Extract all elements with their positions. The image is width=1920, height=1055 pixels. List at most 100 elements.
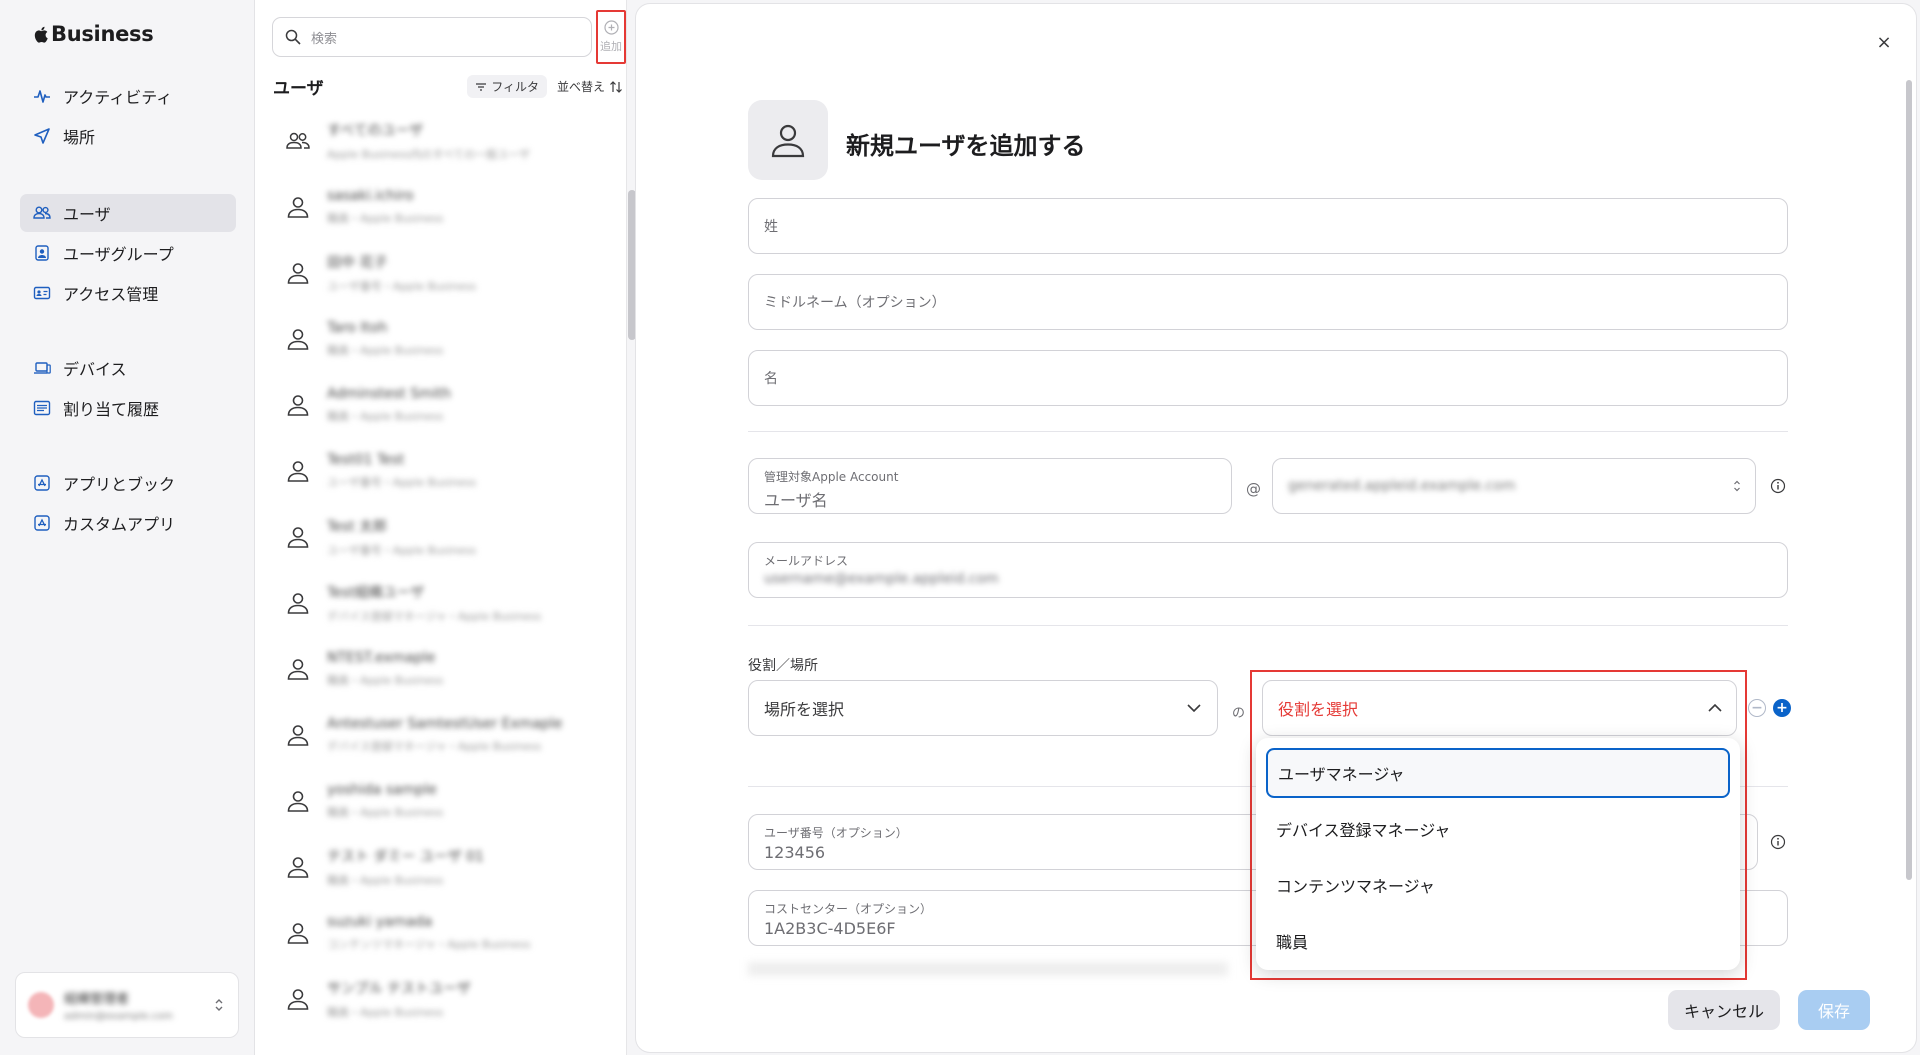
sidebar-item-label: ユーザ: [63, 205, 111, 224]
list-item[interactable]: sasaki.ichiro 職員・Apple Business: [255, 174, 627, 240]
list-item-text: Adminstest Smith 職員・Apple Business: [327, 386, 451, 424]
activity-icon: [34, 90, 50, 103]
list-item[interactable]: Antestuser SamtestUser Exmaple デバイス登録マネージ…: [255, 702, 627, 768]
managed-account-username-field[interactable]: 管理対象Apple Account ユーザ名: [748, 458, 1232, 514]
list-item-text: NTEST.exmaple 職員・Apple Business: [327, 650, 443, 688]
person-icon: [287, 593, 309, 614]
sidebar-item-users[interactable]: ユーザ: [20, 194, 236, 232]
user-name: suzuki yamada: [327, 914, 433, 930]
id-card-icon: [33, 286, 51, 300]
list-item-text: sasaki.ichiro 職員・Apple Business: [327, 188, 443, 226]
sidebar-item-label: 割り当て履歴: [63, 400, 160, 419]
user-name: 田中 花子: [327, 255, 388, 271]
add-role-button[interactable]: +: [1773, 699, 1791, 717]
role-dropdown-menu: ユーザマネージャ デバイス登録マネージャ コンテンツマネージャ 職員: [1256, 738, 1740, 970]
location-icon: [34, 128, 50, 144]
sidebar-item-label: アクティビティ: [63, 88, 173, 107]
user-sub: ユーザ番号・Apple Business: [327, 280, 477, 293]
person-icon: [771, 124, 805, 158]
sidebar-item-label: アクセス管理: [63, 285, 159, 304]
list-title: ユーザ: [273, 79, 324, 99]
user-sub: 職員・Apple Business: [327, 674, 444, 687]
list-item[interactable]: テスト ダミー ユーザ 01 職員・Apple Business: [255, 834, 627, 900]
list-item[interactable]: Taro Itoh 職員・Apple Business: [255, 306, 627, 372]
info-icon[interactable]: [1770, 834, 1786, 850]
user-list: すべてのユーザ Apple Business内のすべての一般ユーザ sasaki.…: [255, 108, 627, 1032]
role-select[interactable]: 役割を選択: [1262, 680, 1737, 736]
nav-group-devices: デバイス 割り当て履歴: [20, 349, 236, 429]
filter-icon: [476, 82, 487, 91]
cost-center-value: 1A2B3C-4D5E6F: [764, 919, 896, 938]
person-icon: [287, 197, 309, 218]
sidebar-item-activity[interactable]: アクティビティ: [20, 77, 236, 115]
apple-logo-icon: [34, 26, 48, 43]
list-item-text: サンプル テストユーザ 職員・Apple Business: [327, 978, 471, 1020]
org-avatar: [28, 992, 54, 1018]
list-item-all-users[interactable]: すべてのユーザ Apple Business内のすべての一般ユーザ: [255, 108, 627, 174]
list-item[interactable]: yoshida sample 職員・Apple Business: [255, 768, 627, 834]
sidebar-item-user-groups[interactable]: ユーザグループ: [20, 234, 236, 272]
dialog-scrollbar[interactable]: [1906, 80, 1912, 880]
sidebar-item-devices[interactable]: デバイス: [20, 349, 236, 387]
middle-name-field[interactable]: ミドルネーム（オプション）: [748, 274, 1788, 330]
sort-button[interactable]: 並べ替え: [557, 78, 623, 95]
list-item[interactable]: サンプル テストユーザ 職員・Apple Business: [255, 966, 627, 1032]
filter-label: フィルタ: [491, 80, 539, 94]
remove-role-button[interactable]: −: [1748, 699, 1766, 717]
list-item[interactable]: Test組織ユーザ デバイス登録マネージャ・Apple Business: [255, 570, 627, 636]
search-icon: [285, 29, 301, 45]
filter-button[interactable]: フィルタ: [467, 75, 547, 98]
cancel-button[interactable]: キャンセル: [1668, 990, 1780, 1030]
close-button[interactable]: ×: [1872, 30, 1896, 54]
email-field[interactable]: メールアドレス username@example.appleid.com: [748, 542, 1788, 598]
list-item[interactable]: NTEST.exmaple 職員・Apple Business: [255, 636, 627, 702]
last-name-field[interactable]: 姓: [748, 198, 1788, 254]
role-option-label: コンテンツマネージャ: [1276, 877, 1435, 896]
add-user-button[interactable]: 追加: [596, 10, 626, 64]
list-item-text: テスト ダミー ユーザ 01 職員・Apple Business: [327, 846, 484, 888]
role-option-label: 職員: [1276, 933, 1309, 952]
sidebar-item-locations[interactable]: 場所: [20, 117, 236, 155]
email-label: メールアドレス: [764, 554, 849, 568]
list-item[interactable]: Adminstest Smith 職員・Apple Business: [255, 372, 627, 438]
account-switcher[interactable]: 組織管理者 admin@example.com: [15, 972, 239, 1038]
person-icon: [287, 923, 309, 944]
sidebar-item-access-management[interactable]: アクセス管理: [20, 274, 236, 312]
list-item[interactable]: 田中 花子ユーザ番号・Apple Business: [255, 240, 627, 306]
save-button[interactable]: 保存: [1798, 990, 1870, 1030]
person-icon: [287, 857, 309, 878]
sidebar-item-custom-apps[interactable]: カスタムアプリ: [20, 504, 236, 542]
list-item[interactable]: suzuki yamada コンテンツマネージャ・Apple Business: [255, 900, 627, 966]
sidebar-item-assignment-history[interactable]: 割り当て履歴: [20, 389, 236, 427]
list-item[interactable]: Test 太郎 ユーザ番号・Apple Business: [255, 504, 627, 570]
list-header: ユーザ フィルタ 並べ替え: [273, 74, 623, 99]
chevron-up-icon: [1708, 704, 1722, 712]
account-name: 組織管理者: [64, 992, 130, 1007]
obscured-field: [748, 962, 1228, 976]
nav-group-people: ユーザ ユーザグループ アクセス管理: [20, 194, 236, 314]
search-field[interactable]: 検索: [272, 17, 592, 57]
person-icon: [287, 329, 309, 350]
custom-app-icon: [34, 515, 50, 531]
domain-value: generated.appleid.example.com: [1288, 478, 1516, 494]
email-value: username@example.appleid.com: [764, 571, 999, 587]
at-sign: @: [1246, 480, 1261, 498]
dialog-title: 新規ユーザを追加する: [846, 132, 1086, 160]
list-item[interactable]: Test01 Test ユーザ番号・Apple Business: [255, 438, 627, 504]
role-option-staff[interactable]: 職員: [1266, 916, 1730, 966]
users-icon: [33, 206, 51, 219]
location-select[interactable]: 場所を選択: [748, 680, 1218, 736]
role-option-user-manager[interactable]: ユーザマネージャ: [1266, 748, 1730, 798]
info-icon[interactable]: [1770, 478, 1786, 494]
role-option-content-manager[interactable]: コンテンツマネージャ: [1266, 860, 1730, 910]
domain-select[interactable]: generated.appleid.example.com: [1272, 458, 1756, 514]
user-name: Test01 Test: [327, 452, 405, 468]
role-option-label: ユーザマネージャ: [1278, 765, 1405, 784]
list-scrollbar[interactable]: [628, 190, 636, 340]
chevron-up-down-icon: [1734, 480, 1740, 492]
role-option-device-enrollment-manager[interactable]: デバイス登録マネージャ: [1266, 804, 1730, 854]
cost-center-label: コストセンター（オプション）: [764, 902, 933, 916]
first-name-field[interactable]: 名: [748, 350, 1788, 406]
sidebar-item-apps-and-books[interactable]: アプリとブック: [20, 464, 236, 502]
chevron-up-down-icon: [215, 999, 223, 1011]
